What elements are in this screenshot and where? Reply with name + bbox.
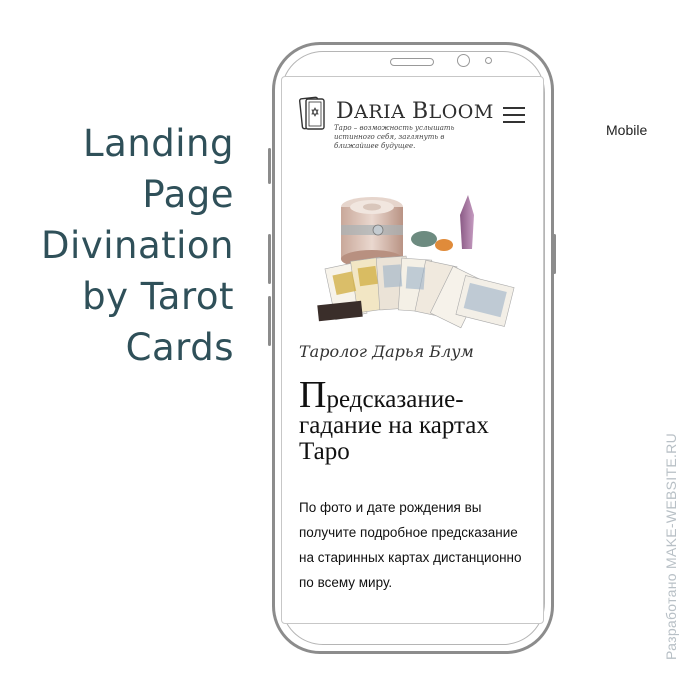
logo-part: LOOM xyxy=(428,101,494,123)
logo-initial: B xyxy=(411,99,429,124)
credit-prefix: Разработано xyxy=(663,568,679,660)
hamburger-menu-icon[interactable] xyxy=(503,107,525,123)
phone-sensor xyxy=(485,57,492,64)
hero-tarot-image xyxy=(317,195,515,329)
tarologist-name: Таролог Дарья Блум xyxy=(299,342,474,361)
phone-side-button xyxy=(268,296,271,346)
headline-text: редсказание-гадание на картах Таро xyxy=(299,386,489,465)
hero-description: По фото и дате рождения вы получите подр… xyxy=(299,500,522,590)
promo-title-line: Cards xyxy=(125,326,234,369)
promo-title-line: by Tarot xyxy=(82,275,234,318)
phone-camera xyxy=(457,54,470,67)
logo-initial: D xyxy=(336,99,355,124)
logo-part: ARIA xyxy=(354,101,412,123)
phone-side-button xyxy=(553,234,556,274)
phone-screen: DARIA BLOOM Таро – возможность услышать … xyxy=(281,76,544,624)
mobile-label: Mobile xyxy=(606,122,648,138)
promo-title-line: Landing xyxy=(83,122,234,165)
promo-title-line: Page xyxy=(142,173,234,216)
phone-speaker xyxy=(390,58,434,66)
promo-title: Landing Page Divination by Tarot Cards xyxy=(40,118,234,373)
phone-side-button xyxy=(268,234,271,284)
credit-text: Разработано MAKE-WEBSITE.RU xyxy=(663,433,683,660)
site-logo[interactable]: DARIA BLOOM xyxy=(336,99,494,124)
headline-initial: П xyxy=(299,374,327,416)
tarot-cards-logo-icon[interactable] xyxy=(298,95,338,133)
logo-tagline: Таро – возможность услышать истинного се… xyxy=(334,124,455,150)
hero-headline: Предсказание-гадание на картах Таро xyxy=(299,376,534,465)
phone-side-button xyxy=(268,148,271,184)
promo-title-line: Divination xyxy=(41,224,234,267)
credit-site: MAKE-WEBSITE.RU xyxy=(663,432,679,569)
